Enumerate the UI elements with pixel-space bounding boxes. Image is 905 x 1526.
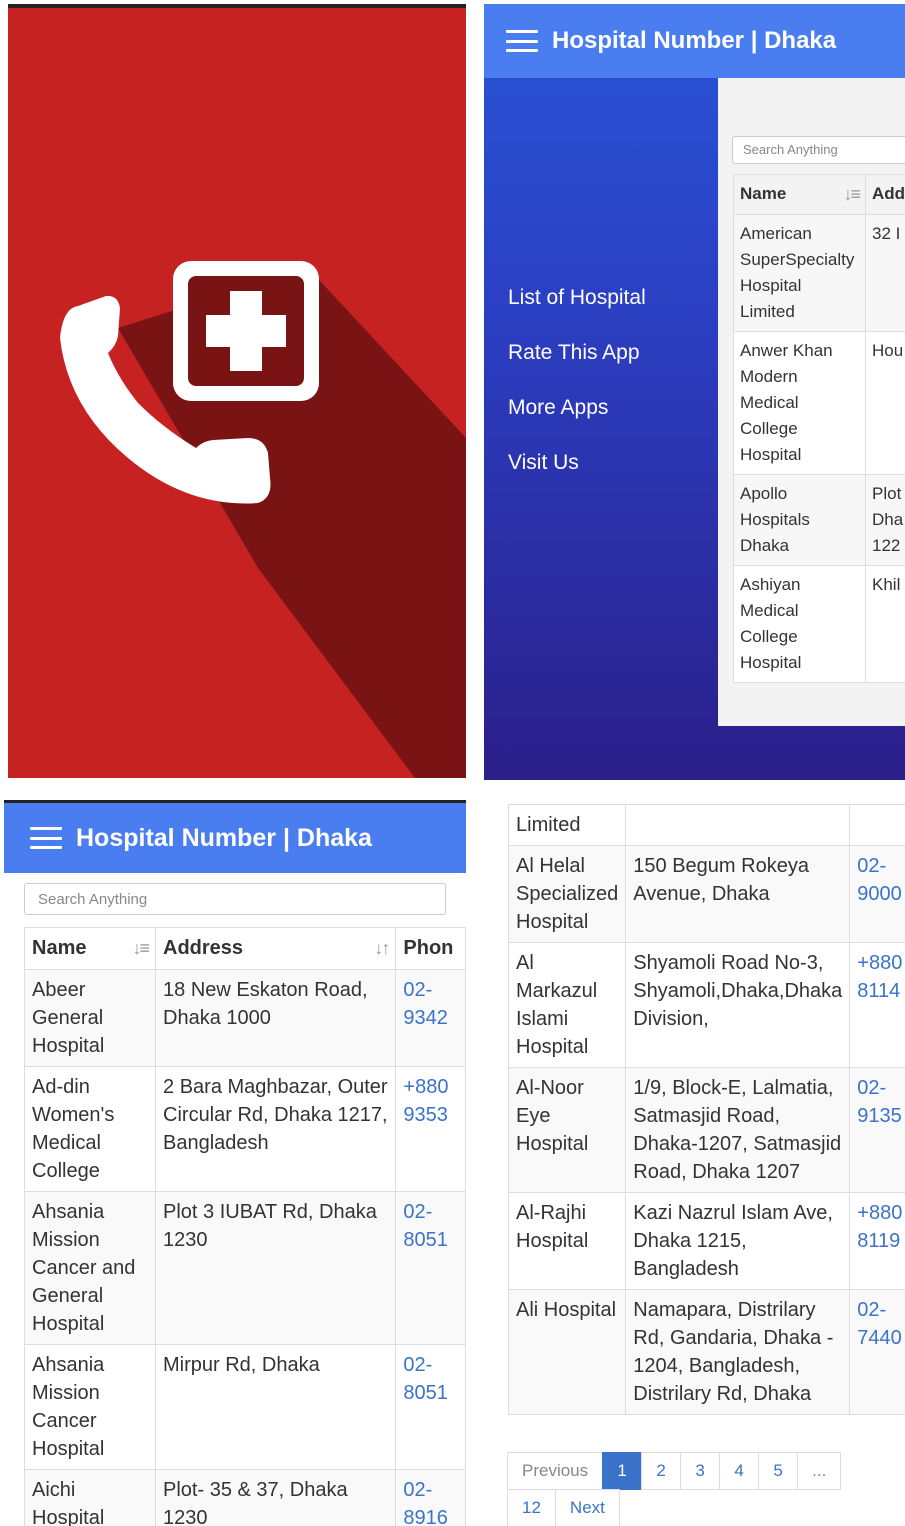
pagination-ellipsis: ...	[797, 1452, 842, 1490]
cell-name: Al-Rajhi Hospital	[507, 1192, 627, 1290]
pagination-page-5[interactable]: 5	[758, 1452, 799, 1490]
table-row[interactable]: Ahsania Mission Cancer Hospital Mirpur R…	[23, 1344, 466, 1470]
cell-name: Ad-din Women's Medical College	[23, 1066, 157, 1192]
content-behind-drawer: Search Anything Name ↓≡ Add American Supe…	[718, 78, 905, 726]
pagination-previous-button[interactable]: Previous	[507, 1452, 604, 1490]
cell-phone[interactable]: 02- 8051	[395, 1344, 466, 1470]
app-bar: Hospital Number | Dhaka	[484, 4, 905, 78]
pagination-next-button[interactable]: Next	[554, 1489, 620, 1526]
column-header-address[interactable]: Add	[865, 174, 905, 215]
menu-item-list-of-hospital[interactable]: List of Hospital	[508, 286, 646, 341]
cell-address: Plot 3 IUBAT Rd, Dhaka 1230	[155, 1191, 397, 1345]
table-row[interactable]: Al-Noor Eye Hospital 1/9, Block-E, Lalma…	[507, 1067, 905, 1193]
cell-name: Anwer Khan Modern Medical College Hospit…	[733, 331, 866, 475]
cell-address: Plot Basi Dha Ban 122	[865, 474, 905, 566]
cell-name: Abeer General Hospital	[23, 969, 157, 1067]
app-title: Hospital Number | Dhaka	[76, 823, 372, 852]
cell-address: Hou Dha	[865, 331, 905, 475]
cell-name: Ahsania Mission Cancer and General Hospi…	[23, 1191, 157, 1345]
column-header-phone[interactable]: Phon	[395, 927, 466, 970]
cell-address: 32 I 123	[865, 214, 905, 332]
cell-name: Aichi Hospital	[23, 1469, 157, 1526]
drawer-screen: Hospital Number | Dhaka List of Hospital…	[484, 4, 905, 780]
pagination-page-3[interactable]: 3	[680, 1452, 721, 1490]
cell-address: Khil	[865, 565, 905, 683]
table-row[interactable]: Abeer General Hospital 18 New Eskaton Ro…	[23, 969, 466, 1067]
search-input[interactable]: Search Anything	[24, 883, 446, 915]
cell-address: Plot- 35 & 37, Dhaka 1230	[155, 1469, 397, 1526]
cell-phone[interactable]	[849, 804, 905, 846]
column-header-name[interactable]: Name ↓≡	[733, 174, 866, 215]
table-row[interactable]: Anwer Khan Modern Medical College Hospit…	[733, 331, 905, 475]
pagination-page-12[interactable]: 12	[507, 1489, 556, 1526]
splash-screen	[8, 4, 466, 778]
pagination-page-2[interactable]: 2	[641, 1452, 682, 1490]
cell-name: Al Markazul Islami Hospital	[507, 942, 627, 1068]
cell-address: 2 Bara Maghbazar, Outer Circular Rd, Dha…	[155, 1066, 397, 1192]
cell-name: Ahsania Mission Cancer Hospital	[23, 1344, 157, 1470]
cell-phone[interactable]: 02- 9342	[395, 969, 466, 1067]
table-row[interactable]: Ali Hospital Namapara, Distrilary Rd, Ga…	[507, 1289, 905, 1415]
hospital-table: Name ↓≡ Address ↓↑ Phon Abeer General Hosp…	[23, 927, 466, 1526]
cell-phone[interactable]: +880 8114	[849, 942, 905, 1068]
column-header-name[interactable]: Name ↓≡	[23, 927, 157, 970]
cell-address	[625, 804, 851, 846]
splash-artwork	[60, 261, 466, 778]
column-header-address[interactable]: Address ↓↑	[155, 927, 397, 970]
table-row[interactable]: Al-Rajhi Hospital Kazi Nazrul Islam Ave,…	[507, 1192, 905, 1290]
table-row[interactable]: Ashiyan Medical College Hospital Khil	[733, 565, 905, 683]
table-row[interactable]: Ahsania Mission Cancer and General Hospi…	[23, 1191, 466, 1345]
cell-address: Mirpur Rd, Dhaka	[155, 1344, 397, 1470]
cell-name: Ali Hospital	[507, 1289, 627, 1415]
cell-address: Shyamoli Road No-3, Shyamoli,Dhaka,Dhaka…	[625, 942, 851, 1068]
menu-item-visit-us[interactable]: Visit Us	[508, 451, 646, 506]
hamburger-icon[interactable]	[506, 30, 538, 52]
table-row[interactable]: Aichi Hospital Plot- 35 & 37, Dhaka 1230…	[23, 1469, 466, 1526]
sort-icon[interactable]: ↓≡	[843, 181, 860, 207]
cell-phone[interactable]: +880 8119	[849, 1192, 905, 1290]
cell-name: Ashiyan Medical College Hospital	[733, 565, 866, 683]
medical-cross-icon	[173, 261, 319, 401]
cell-name: Al Helal Specialized Hospital	[507, 845, 627, 943]
hospital-list-screen: Hospital Number | Dhaka Search Anything …	[4, 800, 466, 1526]
hospital-table: Name ↓≡ Add American SuperSpecialty Hospi…	[733, 174, 905, 683]
pagination-page-4[interactable]: 4	[719, 1452, 760, 1490]
cell-address: Namapara, Distrilary Rd, Gandaria, Dhaka…	[625, 1289, 851, 1415]
cell-phone[interactable]: 02- 8051	[395, 1191, 466, 1345]
pagination: Previous 1 2 3 4 5 ... 12 Next	[507, 1452, 868, 1526]
menu-item-rate-this-app[interactable]: Rate This App	[508, 341, 646, 396]
hospital-table: Limited Al Helal Specialized Hospital 15…	[507, 804, 905, 1415]
menu-item-more-apps[interactable]: More Apps	[508, 396, 646, 451]
cell-phone[interactable]: +880 9353	[395, 1066, 466, 1192]
app-bar: Hospital Number | Dhaka	[4, 803, 466, 873]
app-title: Hospital Number | Dhaka	[552, 27, 837, 54]
pagination-page-1[interactable]: 1	[602, 1452, 643, 1490]
table-row[interactable]: Al Helal Specialized Hospital 150 Begum …	[507, 845, 905, 943]
hospital-list-continued-screen: Limited Al Helal Specialized Hospital 15…	[490, 800, 905, 1526]
cell-name: Limited	[507, 804, 627, 846]
sort-icon[interactable]: ↓≡	[133, 934, 150, 962]
cell-phone[interactable]: 02- 9135	[849, 1067, 905, 1193]
cell-phone[interactable]: 02- 7440	[849, 1289, 905, 1415]
table-row[interactable]: American SuperSpecialty Hospital Limited…	[733, 214, 905, 332]
cell-phone[interactable]: 02- 9000	[849, 845, 905, 943]
cell-name: Apollo Hospitals Dhaka	[733, 474, 866, 566]
cell-address: 150 Begum Rokeya Avenue, Dhaka	[625, 845, 851, 943]
search-input[interactable]: Search Anything	[732, 136, 905, 164]
sort-icon[interactable]: ↓↑	[374, 934, 390, 962]
cell-address: 18 New Eskaton Road, Dhaka 1000	[155, 969, 397, 1067]
table-row[interactable]: Apollo Hospitals Dhaka Plot Basi Dha Ban…	[733, 474, 905, 566]
hamburger-icon[interactable]	[30, 827, 62, 849]
cell-address: Kazi Nazrul Islam Ave, Dhaka 1215, Bangl…	[625, 1192, 851, 1290]
cell-phone[interactable]: 02- 8916	[395, 1469, 466, 1526]
drawer-menu: List of Hospital Rate This App More Apps…	[508, 286, 646, 506]
table-row[interactable]: Limited	[507, 804, 905, 846]
pagination-row-2: 12 Next	[507, 1489, 868, 1526]
cell-name: Al-Noor Eye Hospital	[507, 1067, 627, 1193]
cell-name: American SuperSpecialty Hospital Limited	[733, 214, 866, 332]
cell-address: 1/9, Block-E, Lalmatia, Satmasjid Road, …	[625, 1067, 851, 1193]
table-row[interactable]: Ad-din Women's Medical College 2 Bara Ma…	[23, 1066, 466, 1192]
table-row[interactable]: Al Markazul Islami Hospital Shyamoli Roa…	[507, 942, 905, 1068]
